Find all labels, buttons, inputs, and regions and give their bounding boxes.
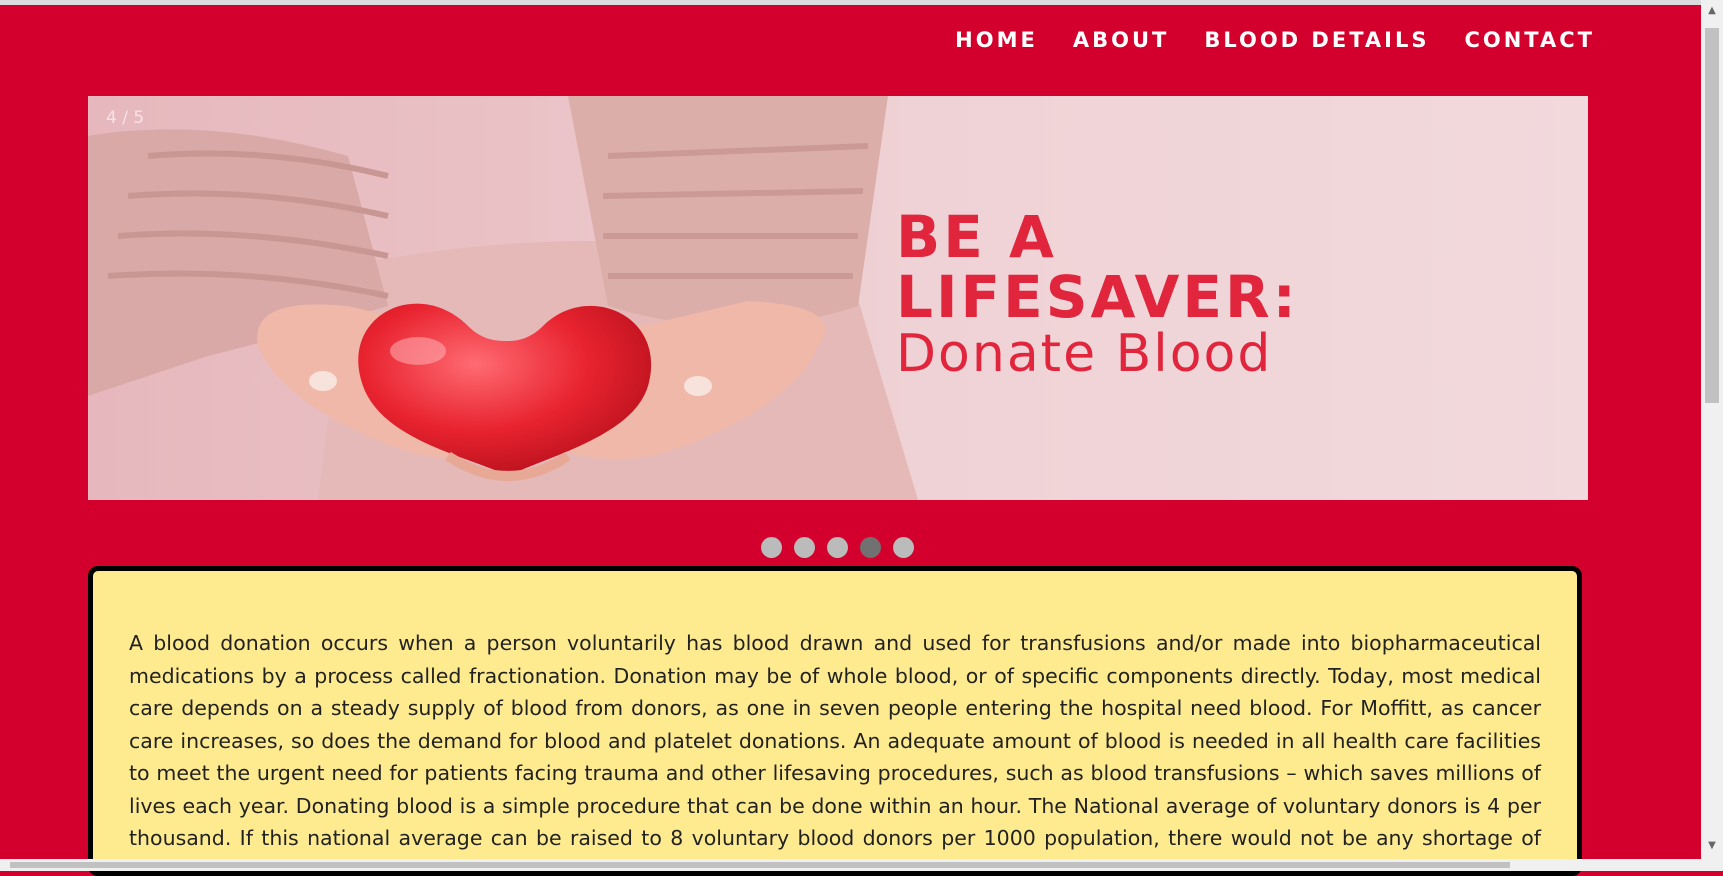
slide-dot-1[interactable] [761,537,782,558]
slide-headline-line3: Donate Blood [896,324,1273,384]
hands-holding-heart-image [88,96,918,500]
nav-about-link[interactable]: ABOUT [1073,28,1170,52]
slide-dot-2[interactable] [794,537,815,558]
slide-dots [761,537,914,558]
hero-slide[interactable]: 4 / 5 BE A LIFESAVER: Donate Blood [88,96,1588,500]
main-nav: HOME ABOUT BLOOD DETAILS CONTACT [955,28,1595,52]
nav-home-link[interactable]: HOME [955,28,1038,52]
scroll-down-arrow-icon[interactable]: ▼ [1705,839,1719,853]
slide-dot-4[interactable] [860,537,881,558]
slide-dot-3[interactable] [827,537,848,558]
blood-donation-info-panel: A blood donation occurs when a person vo… [88,566,1582,876]
slide-headline-line2: LIFESAVER: [896,263,1299,331]
nav-blood-details-link[interactable]: BLOOD DETAILS [1204,28,1429,52]
horizontal-scrollbar[interactable] [0,859,1701,871]
vertical-scroll-thumb[interactable] [1705,28,1719,403]
blood-donation-paragraph: A blood donation occurs when a person vo… [129,631,1541,871]
horizontal-scroll-thumb[interactable] [10,862,1510,868]
slide-headline: BE A LIFESAVER: Donate Blood [896,208,1299,380]
nav-contact-link[interactable]: CONTACT [1464,28,1595,52]
scroll-up-arrow-icon[interactable]: ▲ [1705,4,1719,18]
slide-dot-5[interactable] [893,537,914,558]
browser-top-edge [0,0,1723,5]
slide-counter: 4 / 5 [106,108,145,128]
vertical-scrollbar[interactable]: ▲ ▼ [1701,0,1723,871]
slide-headline-line1: BE A [896,203,1057,271]
